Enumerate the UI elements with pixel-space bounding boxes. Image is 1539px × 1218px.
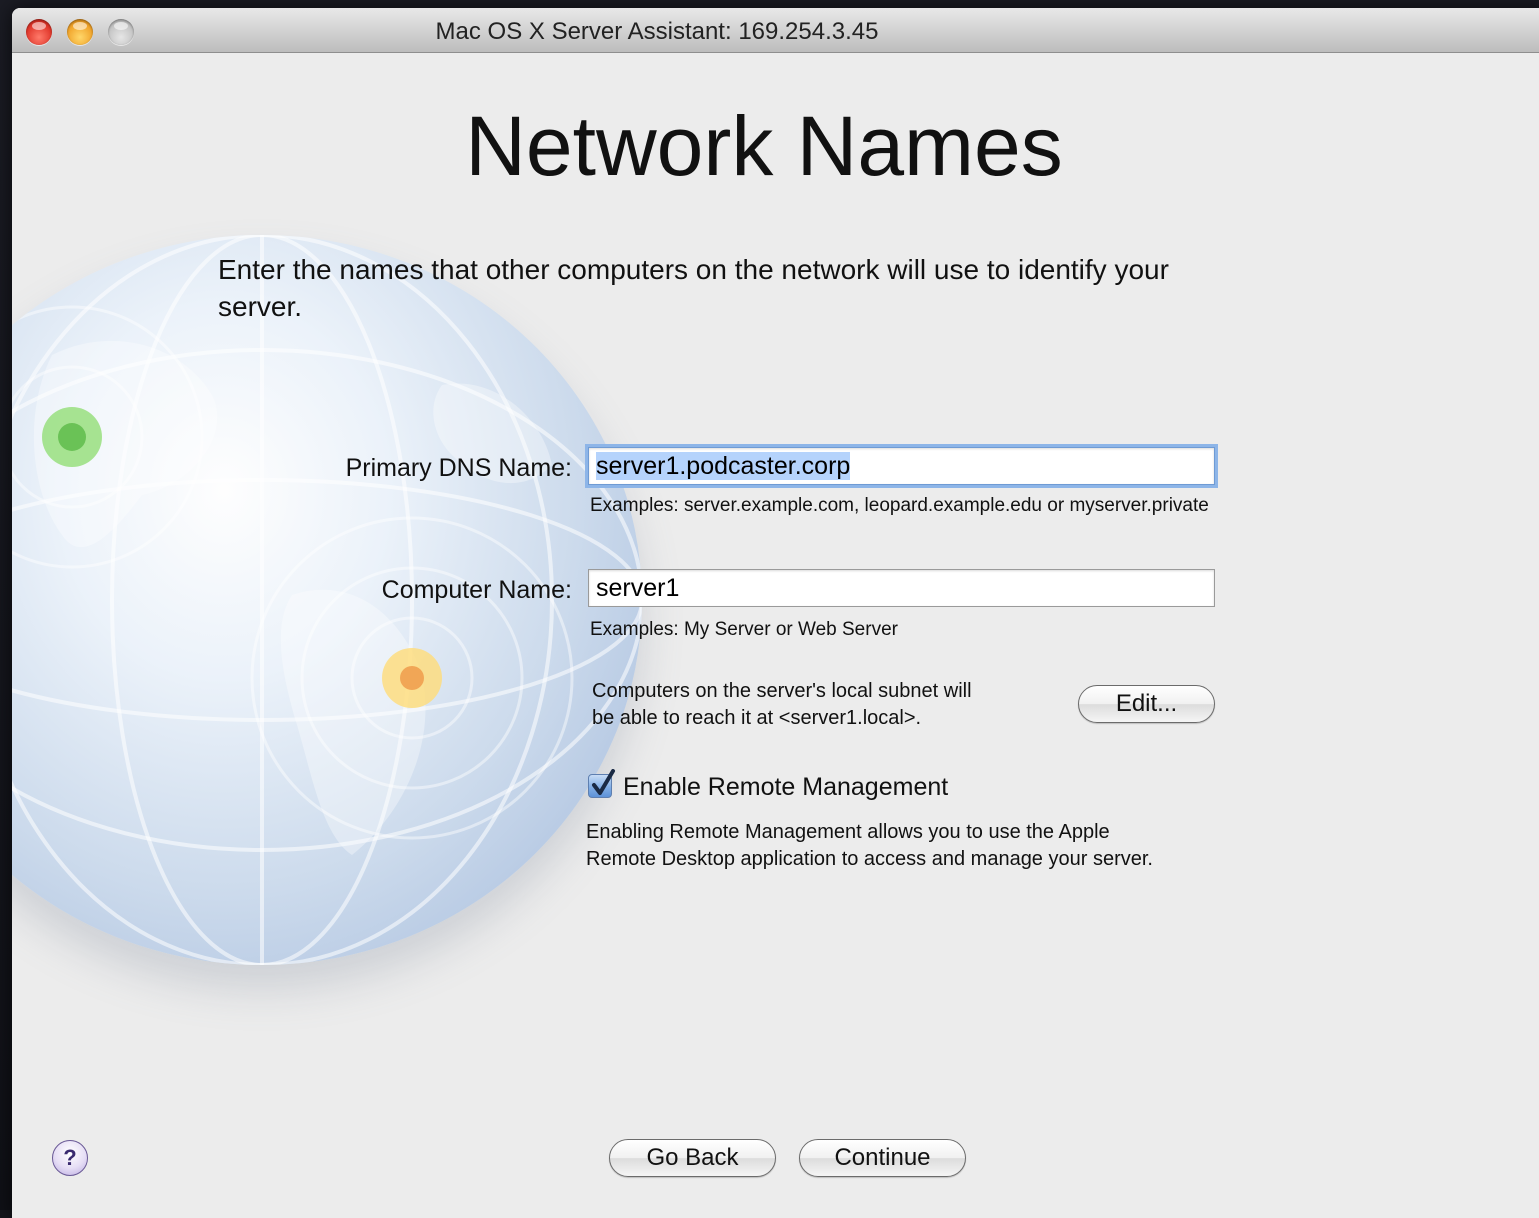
- remote-management-checkbox[interactable]: [588, 769, 615, 798]
- local-subnet-text: Computers on the server's local subnet w…: [592, 678, 972, 732]
- title-bar[interactable]: Mac OS X Server Assistant: 169.254.3.45: [12, 8, 1539, 53]
- local-subnet-line-1: Computers on the server's local subnet w…: [592, 680, 972, 702]
- assistant-window: Mac OS X Server Assistant: 169.254.3.45: [12, 8, 1539, 1218]
- remote-management-desc-line-2: Remote Desktop application to access and…: [586, 848, 1153, 870]
- go-back-button[interactable]: Go Back: [609, 1139, 776, 1177]
- computer-name-value: server1: [596, 574, 680, 602]
- primary-dns-label: Primary DNS Name:: [345, 454, 572, 482]
- computer-name-hint: Examples: My Server or Web Server: [590, 619, 898, 640]
- intro-line-1: Enter the names that other computers on …: [218, 254, 1169, 285]
- edit-button[interactable]: Edit...: [1078, 685, 1215, 723]
- remote-management-description: Enabling Remote Management allows you to…: [586, 819, 1153, 873]
- intro-line-2: server.: [218, 291, 303, 322]
- computer-name-field[interactable]: server1: [588, 569, 1215, 607]
- primary-dns-hint: Examples: server.example.com, leopard.ex…: [590, 495, 1209, 516]
- remote-management-desc-line-1: Enabling Remote Management allows you to…: [586, 821, 1110, 843]
- page-title: Network Names: [465, 99, 1063, 193]
- help-button[interactable]: ?: [52, 1140, 88, 1176]
- continue-button[interactable]: Continue: [799, 1139, 966, 1177]
- local-subnet-line-2: be able to reach it at <server1.local>.: [592, 707, 922, 729]
- computer-name-label: Computer Name:: [381, 576, 572, 604]
- content-area: Network Names Enter the names that other…: [12, 53, 1539, 1218]
- primary-dns-value: server1.podcaster.corp: [596, 452, 851, 480]
- remote-management-label[interactable]: Enable Remote Management: [623, 773, 948, 802]
- primary-dns-field[interactable]: server1.podcaster.corp: [588, 447, 1215, 485]
- window-title: Mac OS X Server Assistant: 169.254.3.45: [435, 18, 879, 45]
- intro-text: Enter the names that other computers on …: [218, 251, 1358, 325]
